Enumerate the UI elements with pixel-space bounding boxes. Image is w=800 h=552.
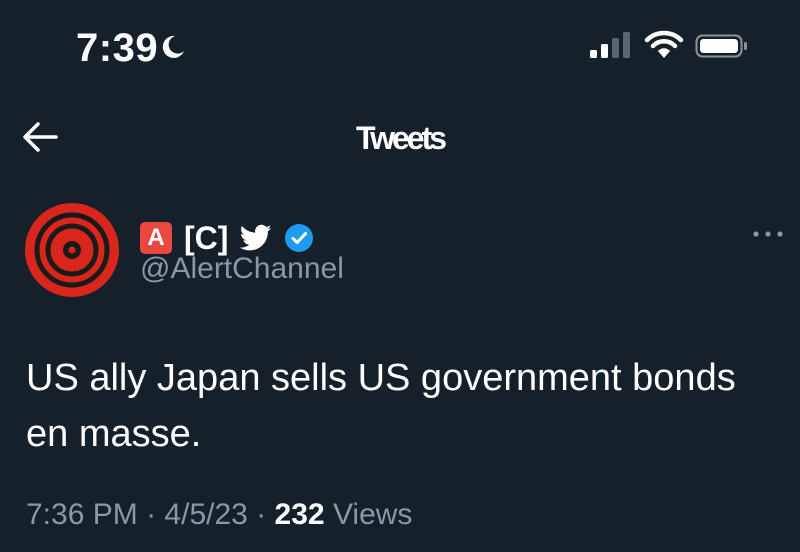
verified-badge-icon: [285, 224, 314, 252]
views-label: Views: [332, 498, 413, 531]
wifi-icon: [644, 30, 684, 58]
nav-bar: Tweets: [0, 108, 800, 168]
cellular-signal-icon: [590, 32, 630, 58]
tweet-date[interactable]: 4/5/23: [164, 498, 247, 531]
battery-icon: [695, 34, 747, 58]
avatar[interactable]: [24, 202, 120, 298]
author-handle[interactable]: @AlertChannel: [140, 252, 344, 286]
twitter-bird-icon: [240, 224, 272, 251]
tweet-meta: 7:36 PM · 4/5/23 · 232 Views: [26, 498, 412, 532]
author-display-name[interactable]: [C]: [184, 220, 228, 257]
alert-emoji-badge: A: [140, 222, 172, 254]
meta-separator: ·: [256, 498, 267, 531]
views-count[interactable]: 232: [275, 498, 325, 531]
status-bar: 7:39: [0, 0, 800, 100]
moon-icon: [162, 35, 184, 58]
meta-separator: ·: [146, 498, 157, 531]
tweet-text: US ally Japan sells US government bonds …: [26, 357, 736, 455]
page-title: Tweets: [355, 120, 447, 156]
status-time: 7:39: [76, 26, 159, 70]
more-options-icon[interactable]: [750, 228, 786, 240]
tweet-time[interactable]: 7:36 PM: [26, 498, 138, 531]
